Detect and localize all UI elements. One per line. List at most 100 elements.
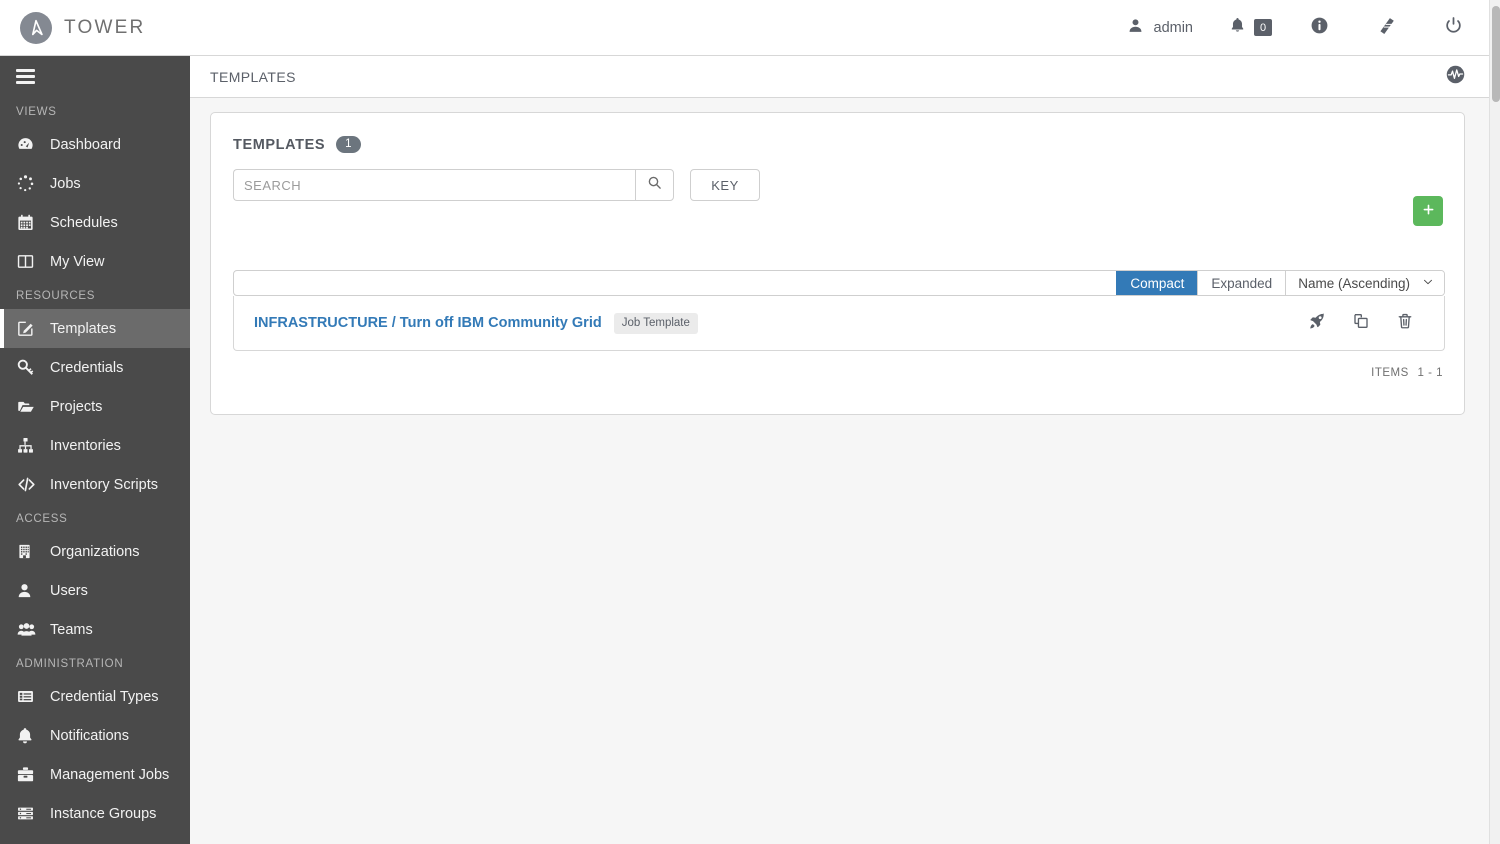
sidebar-item-label: Inventory Scripts xyxy=(50,476,158,493)
sidebar-section-views: VIEWS xyxy=(16,106,57,118)
sidebar-item-label: Organizations xyxy=(50,543,140,560)
notifications-button[interactable]: 0 xyxy=(1215,0,1286,55)
hamburger-menu-icon[interactable] xyxy=(0,56,190,97)
sidebar-item-label: Credentials xyxy=(50,359,124,376)
chevron-down-icon xyxy=(1422,276,1434,291)
search-row: KEY xyxy=(211,153,1464,201)
sidebar-item-jobs[interactable]: Jobs xyxy=(0,164,190,203)
brand-name: TOWER xyxy=(64,16,146,38)
table-row: INFRASTRUCTURE / Turn off IBM Community … xyxy=(233,296,1445,351)
briefcase-icon xyxy=(16,765,38,784)
activity-stream-icon[interactable] xyxy=(1445,64,1466,90)
power-off-icon xyxy=(1444,16,1463,40)
row-actions xyxy=(1308,312,1414,335)
jobs-dots-icon xyxy=(16,174,38,193)
sidebar-item-label: My View xyxy=(50,253,105,270)
list-toolbar: Compact Expanded Name (Ascending) xyxy=(233,270,1445,296)
sidebar-item-credentials[interactable]: Credentials xyxy=(0,348,190,387)
calendar-icon xyxy=(16,213,38,232)
template-name-link[interactable]: INFRASTRUCTURE / Turn off IBM Community … xyxy=(254,315,602,331)
sidebar-item-label: Credential Types xyxy=(50,688,159,705)
users-group-icon xyxy=(16,620,38,639)
sort-value: Name (Ascending) xyxy=(1298,275,1410,291)
view-mode-compact[interactable]: Compact xyxy=(1116,271,1198,295)
sitemap-icon xyxy=(16,436,38,455)
sidebar-item-management-jobs[interactable]: Management Jobs xyxy=(0,755,190,794)
user-icon xyxy=(16,581,38,600)
rocket-icon xyxy=(1308,312,1326,335)
sidebar-section-access: ACCESS xyxy=(16,513,68,525)
sidebar-item-instance-groups[interactable]: Instance Groups xyxy=(0,794,190,833)
current-user-menu[interactable]: admin xyxy=(1105,0,1216,55)
sidebar-item-credential-types[interactable]: Credential Types xyxy=(0,677,190,716)
search-group xyxy=(233,169,674,201)
delete-template-button[interactable] xyxy=(1396,312,1414,335)
pencil-square-icon xyxy=(16,319,38,338)
sidebar-section-administration: ADMINISTRATION xyxy=(16,658,124,670)
page-scrollbar[interactable] xyxy=(1489,0,1500,844)
add-template-button[interactable] xyxy=(1413,196,1443,226)
user-icon xyxy=(1127,17,1144,39)
folder-open-icon xyxy=(16,397,38,416)
bell-icon xyxy=(1229,16,1246,39)
card-title: TEMPLATES xyxy=(233,136,326,153)
sidebar-item-label: Instance Groups xyxy=(50,805,157,822)
plus-icon xyxy=(1421,202,1436,220)
copy-icon xyxy=(1352,312,1370,335)
main-content: TEMPLATES 1 KEY xyxy=(190,98,1489,844)
sidebar-item-label: Schedules xyxy=(50,214,118,231)
logout-button[interactable] xyxy=(1420,0,1489,55)
breadcrumb-bar: TEMPLATES xyxy=(190,56,1489,98)
sidebar-item-my-view[interactable]: My View xyxy=(0,242,190,281)
sort-dropdown[interactable]: Name (Ascending) xyxy=(1285,271,1444,295)
sidebar-item-label: Notifications xyxy=(50,727,129,744)
info-circle-icon xyxy=(1310,16,1329,40)
view-mode-expanded[interactable]: Expanded xyxy=(1197,271,1286,295)
docs-button[interactable] xyxy=(1353,0,1420,55)
sidebar-item-dashboard[interactable]: Dashboard xyxy=(0,125,190,164)
sidebar-item-templates[interactable]: Templates xyxy=(0,309,190,348)
sidebar-item-users[interactable]: Users xyxy=(0,571,190,610)
template-type-badge: Job Template xyxy=(613,312,698,334)
left-sidebar: VIEWS Dashboard Jobs Schedules My View R… xyxy=(0,56,190,844)
code-icon xyxy=(16,475,38,494)
sidebar-item-inventory-scripts[interactable]: Inventory Scripts xyxy=(0,465,190,504)
brand-logo[interactable]: TOWER xyxy=(20,11,146,44)
user-name: admin xyxy=(1153,19,1194,36)
sidebar-item-label: Users xyxy=(50,582,88,599)
list-alt-icon xyxy=(16,687,38,706)
top-nav-actions: admin 0 xyxy=(1105,0,1490,55)
dashboard-gauge-icon xyxy=(16,135,38,154)
server-stack-icon xyxy=(16,804,38,823)
key-icon xyxy=(16,358,38,377)
sidebar-item-organizations[interactable]: Organizations xyxy=(0,532,190,571)
scrollbar-thumb[interactable] xyxy=(1491,6,1500,102)
info-button[interactable] xyxy=(1286,0,1353,55)
copy-template-button[interactable] xyxy=(1352,312,1370,335)
ansible-logo-icon xyxy=(20,11,52,44)
sidebar-item-label: Management Jobs xyxy=(50,766,170,783)
items-range: 1 - 1 xyxy=(1417,367,1443,379)
launch-template-button[interactable] xyxy=(1308,312,1326,335)
card-count-badge: 1 xyxy=(336,136,361,153)
toolbar-filter-area[interactable] xyxy=(234,271,1116,295)
sidebar-item-label: Teams xyxy=(50,621,93,638)
key-button[interactable]: KEY xyxy=(690,169,760,201)
search-icon xyxy=(647,175,662,195)
page-title: TEMPLATES xyxy=(210,68,296,85)
sidebar-item-schedules[interactable]: Schedules xyxy=(0,203,190,242)
search-input[interactable] xyxy=(233,169,635,201)
sidebar-item-label: Templates xyxy=(50,320,117,337)
sidebar-item-label: Jobs xyxy=(50,175,81,192)
search-submit-button[interactable] xyxy=(635,169,674,201)
trash-icon xyxy=(1396,312,1414,335)
sidebar-item-inventories[interactable]: Inventories xyxy=(0,426,190,465)
top-header-bar: TOWER admin 0 xyxy=(0,0,1489,56)
sidebar-item-notifications[interactable]: Notifications xyxy=(0,716,190,755)
book-icon xyxy=(1377,16,1396,40)
items-label: ITEMS xyxy=(1371,367,1409,379)
items-footer: ITEMS 1 - 1 xyxy=(1371,367,1443,379)
sidebar-item-teams[interactable]: Teams xyxy=(0,610,190,649)
sidebar-item-label: Dashboard xyxy=(50,136,121,153)
sidebar-item-projects[interactable]: Projects xyxy=(0,387,190,426)
